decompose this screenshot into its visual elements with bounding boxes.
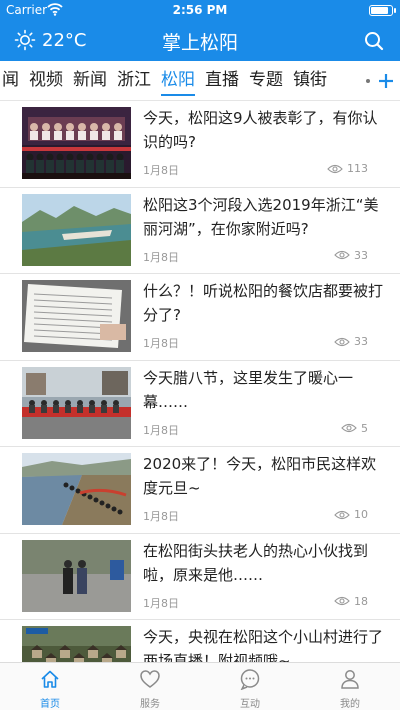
news-thumbnail xyxy=(22,107,131,179)
view-count: 33 xyxy=(354,248,368,262)
news-item[interactable]: 2020来了！今天，松阳市民这样欢度元旦~ 1月8日 10 xyxy=(0,447,400,534)
nav-label: 我的 xyxy=(340,699,360,710)
tab-2[interactable]: 新闻 xyxy=(73,61,107,99)
user-icon xyxy=(341,670,359,689)
plus-icon xyxy=(379,74,393,88)
tab-5[interactable]: 直播 xyxy=(205,61,239,99)
news-title: 在松阳街头扶老人的热心小伙找到啦，原来是他…… xyxy=(143,541,369,584)
news-views: 18 xyxy=(334,595,368,608)
nav-label: 首页 xyxy=(40,699,60,710)
heart-icon xyxy=(140,670,160,688)
app-header: 22°C 掌上松阳 xyxy=(0,20,400,61)
channel-tabs: 闻视频 新闻 浙江 松阳 直播 专题 镇街 xyxy=(0,61,400,101)
eye-icon xyxy=(341,423,357,433)
news-title: 2020来了！今天，松阳市民这样欢度元旦~ xyxy=(143,455,377,497)
news-title: 今天腊八节，这里发生了暖心一幕…… xyxy=(143,368,354,411)
chat-icon xyxy=(240,669,260,690)
tabs-fade xyxy=(350,61,374,100)
eye-icon xyxy=(334,510,350,519)
news-title: 今天，央视在松阳这个小山村进行了两场直播！附视频哦~ xyxy=(143,628,384,662)
tab-4[interactable]: 松阳 xyxy=(161,61,195,99)
news-thumbnail xyxy=(22,193,131,266)
view-count: 10 xyxy=(354,508,368,521)
sun-icon xyxy=(14,29,36,51)
view-count: 18 xyxy=(354,594,368,608)
news-item[interactable]: 今天，松阳这9人被表彰了，有你认识的吗? 1月8日 113 xyxy=(0,101,400,188)
news-item[interactable]: 松阳这3个河段入选2019年浙江“美丽河湖”，在你家附近吗? 1月8日 33 xyxy=(0,188,400,274)
news-date: 1月8日 xyxy=(143,423,179,437)
tab-3[interactable]: 浙江 xyxy=(117,61,151,99)
news-thumbnail xyxy=(22,539,131,612)
news-views: 33 xyxy=(334,335,368,348)
eye-icon xyxy=(334,596,350,606)
news-thumbnail xyxy=(22,626,131,662)
news-item[interactable]: 在松阳街头扶老人的热心小伙找到啦，原来是他…… 1月8日 18 xyxy=(0,534,400,620)
news-date: 1月8日 xyxy=(143,510,179,523)
add-channel-button[interactable] xyxy=(374,61,400,100)
news-item[interactable]: 什么？！听说松阳的餐饮店都要被打分了? 1月8日 33 xyxy=(0,274,400,361)
news-views: 5 xyxy=(341,422,368,435)
news-date: 1月8日 xyxy=(143,250,179,264)
bottom-nav: 首页 服务 互动 我的 xyxy=(0,662,400,710)
tab-1[interactable]: 视频 xyxy=(29,61,63,99)
news-thumbnail xyxy=(22,453,131,525)
news-date: 1月8日 xyxy=(143,337,179,350)
news-views: 33 xyxy=(334,249,368,262)
weather-widget[interactable]: 22°C xyxy=(14,29,86,51)
nav-item-2[interactable]: 互动 xyxy=(200,663,300,710)
nav-item-3[interactable]: 我的 xyxy=(300,663,400,710)
news-item[interactable]: 今天，央视在松阳这个小山村进行了两场直播！附视频哦~ xyxy=(0,620,400,662)
temperature: 22°C xyxy=(42,29,87,51)
news-thumbnail xyxy=(22,366,131,439)
tab-0[interactable]: 闻 xyxy=(2,61,19,99)
view-count: 33 xyxy=(354,335,368,348)
tab-7[interactable]: 镇街 xyxy=(293,61,327,99)
nav-item-0[interactable]: 首页 xyxy=(0,663,100,710)
news-title: 今天，松阳这9人被表彰了，有你认识的吗? xyxy=(143,109,378,151)
view-count: 113 xyxy=(347,162,368,175)
eye-icon xyxy=(334,250,350,260)
news-views: 113 xyxy=(327,162,368,175)
more-dot xyxy=(366,79,370,83)
view-count: 5 xyxy=(361,421,368,435)
news-item[interactable]: 今天腊八节，这里发生了暖心一幕…… 1月8日 5 xyxy=(0,361,400,447)
battery-icon xyxy=(369,5,396,16)
news-thumbnail xyxy=(22,280,131,352)
news-title: 什么？！听说松阳的餐饮店都要被打分了? xyxy=(143,282,384,324)
tab-6[interactable]: 专题 xyxy=(249,61,283,99)
status-time: 2:56 PM xyxy=(172,3,228,17)
eye-icon xyxy=(327,164,343,173)
news-date: 1月8日 xyxy=(143,164,179,177)
status-bar: Carrier 2:56 PM xyxy=(0,0,400,20)
news-date: 1月8日 xyxy=(143,596,179,610)
nav-label: 互动 xyxy=(240,699,260,710)
tab-track: 闻视频 新闻 浙江 松阳 直播 专题 镇街 xyxy=(0,61,327,100)
nav-item-1[interactable]: 服务 xyxy=(100,663,200,710)
nav-label: 服务 xyxy=(140,699,160,710)
home-icon xyxy=(41,670,59,688)
news-list: 今天，松阳这9人被表彰了，有你认识的吗? 1月8日 113 松阳这3个河段入选2019… xyxy=(0,101,400,662)
news-views: 10 xyxy=(334,508,368,521)
top-bar: Carrier 2:56 PM 22°C 掌上松阳 xyxy=(0,0,400,61)
search-icon[interactable] xyxy=(362,29,386,53)
eye-icon xyxy=(334,337,350,346)
battery-fill xyxy=(371,7,389,14)
news-title: 松阳这3个河段入选2019年浙江“美丽河湖”，在你家附近吗? xyxy=(143,195,379,238)
